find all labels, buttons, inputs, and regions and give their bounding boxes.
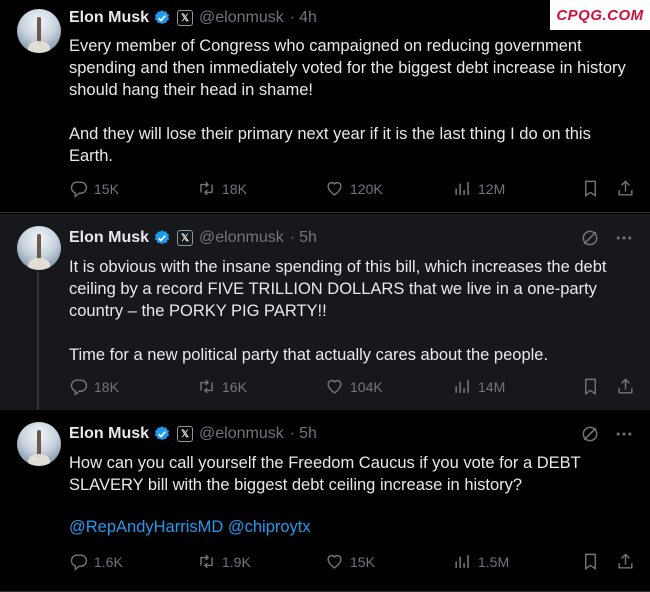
tweet-1[interactable]: Elon Musk 𝕏 @elonmusk · 4h Every member … [0, 0, 650, 213]
bookmark-button[interactable] [581, 179, 600, 203]
tweet-top-actions [580, 424, 634, 444]
avatar[interactable] [17, 422, 61, 466]
repost-count: 16K [222, 378, 247, 395]
share-button[interactable] [616, 377, 635, 401]
tweet-text: How can you call yourself the Freedom Ca… [69, 454, 586, 494]
tweet-header: Elon Musk 𝕏 @elonmusk · 5h [69, 424, 317, 444]
reply-count: 1.6K [94, 553, 123, 570]
like-button[interactable]: 15K [325, 552, 375, 571]
grok-icon[interactable] [580, 228, 600, 248]
views-button[interactable]: 1.5M [453, 552, 509, 571]
repost-count: 18K [222, 180, 247, 197]
separator-dot: · [289, 229, 296, 246]
x-affiliate-icon: 𝕏 [177, 10, 194, 26]
like-count: 120K [350, 180, 383, 197]
more-icon[interactable] [614, 424, 634, 444]
repost-button[interactable]: 16K [197, 377, 247, 396]
heart-icon [327, 379, 342, 394]
views-icon [455, 182, 469, 195]
verified-badge-icon [154, 10, 170, 25]
like-count: 104K [350, 378, 383, 395]
author-handle[interactable]: @elonmusk [199, 425, 284, 443]
views-button[interactable]: 14M [453, 377, 505, 396]
action-bar: 1.6K 1.9K 15K 1.5M [69, 552, 635, 574]
bookmark-icon [585, 553, 596, 570]
timestamp[interactable]: 5h [299, 425, 317, 443]
share-icon [618, 553, 633, 569]
repost-icon [200, 554, 213, 569]
watermark: CPQG.COM [550, 0, 650, 30]
timestamp[interactable]: 5h [299, 229, 317, 247]
reply-count: 15K [94, 180, 119, 197]
share-button[interactable] [616, 552, 635, 576]
grok-icon[interactable] [580, 424, 600, 444]
mention-links[interactable]: @RepAndyHarrisMD @chiproytx [69, 516, 629, 538]
views-count: 14M [478, 378, 506, 395]
thread-line [37, 272, 39, 410]
views-button[interactable]: 12M [453, 179, 505, 198]
reply-icon [70, 379, 88, 396]
tweet-text: Every member of Congress who campaigned … [69, 37, 626, 165]
avatar[interactable] [17, 9, 61, 53]
reply-button[interactable]: 15K [69, 179, 119, 198]
share-button[interactable] [616, 179, 635, 203]
reply-button[interactable]: 1.6K [69, 552, 123, 571]
tweet-2[interactable]: Elon Musk 𝕏 @elonmusk · 5h It is obvious… [0, 214, 650, 410]
separator-dot: · [289, 9, 296, 26]
views-count: 12M [478, 180, 506, 197]
repost-button[interactable]: 1.9K [197, 552, 251, 571]
like-button[interactable]: 120K [325, 179, 383, 198]
more-icon[interactable] [614, 228, 634, 248]
views-count: 1.5M [478, 553, 510, 570]
bookmark-icon [585, 180, 596, 197]
heart-icon [327, 181, 342, 196]
x-affiliate-icon: 𝕏 [177, 426, 194, 442]
author-name[interactable]: Elon Musk [69, 9, 149, 27]
verified-badge-icon [154, 426, 170, 441]
share-icon [618, 180, 633, 196]
repost-count: 1.9K [222, 553, 251, 570]
x-affiliate-icon: 𝕏 [177, 230, 194, 246]
reply-count: 18K [94, 378, 119, 395]
repost-icon [200, 379, 213, 394]
tweet-top-actions [580, 228, 634, 248]
action-bar: 18K 16K 104K 14M [69, 377, 635, 399]
tweet-header: Elon Musk 𝕏 @elonmusk · 4h [69, 8, 317, 28]
action-bar: 15K 18K 120K 12M [69, 179, 635, 201]
author-name[interactable]: Elon Musk [69, 229, 149, 247]
bookmark-button[interactable] [581, 377, 600, 401]
tweet-header: Elon Musk 𝕏 @elonmusk · 5h [69, 228, 317, 248]
author-handle[interactable]: @elonmusk [199, 9, 284, 27]
repost-button[interactable]: 18K [197, 179, 247, 198]
share-icon [618, 378, 633, 394]
separator-dot: · [289, 425, 296, 442]
reply-icon [70, 554, 88, 571]
tweet-3[interactable]: Elon Musk 𝕏 @elonmusk · 5h How can you c… [0, 410, 650, 592]
verified-badge-icon [154, 230, 170, 245]
reply-icon [70, 181, 88, 198]
author-handle[interactable]: @elonmusk [199, 229, 284, 247]
bookmark-icon [585, 378, 596, 395]
like-button[interactable]: 104K [325, 377, 383, 396]
author-name[interactable]: Elon Musk [69, 425, 149, 443]
heart-icon [327, 554, 342, 569]
reply-button[interactable]: 18K [69, 377, 119, 396]
timestamp[interactable]: 4h [299, 9, 317, 27]
like-count: 15K [350, 553, 375, 570]
bookmark-button[interactable] [581, 552, 600, 576]
views-icon [455, 380, 469, 393]
repost-icon [200, 181, 213, 196]
avatar[interactable] [17, 226, 61, 270]
tweet-text: It is obvious with the insane spending o… [69, 258, 607, 364]
views-icon [455, 555, 469, 568]
